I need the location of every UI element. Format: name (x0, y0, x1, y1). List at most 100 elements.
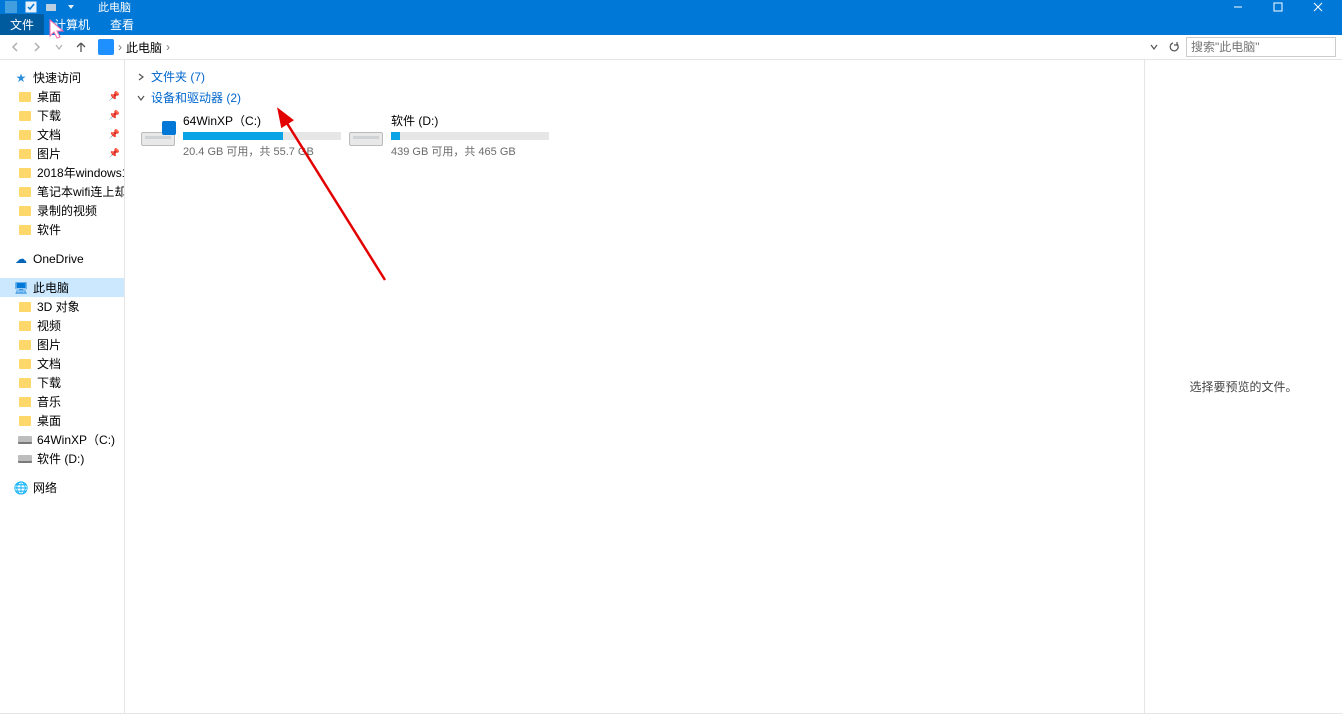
drive-icon (349, 112, 383, 146)
tree-label: 下载 (37, 374, 61, 391)
tree-qa-item[interactable]: 图片 📌 (0, 144, 124, 163)
search-input[interactable] (1191, 40, 1331, 54)
tree-label: 桌面 (37, 412, 61, 429)
network-icon: 🌐 (14, 481, 28, 495)
tree-pc-item[interactable]: 3D 对象 (0, 297, 124, 316)
tree-qa-item[interactable]: 文档📌 (0, 125, 124, 144)
maximize-button[interactable] (1258, 0, 1298, 14)
tree-label: 快速访问 (33, 69, 81, 86)
group-label: 文件夹 (7) (151, 68, 205, 85)
breadcrumb-sep: › (166, 40, 170, 54)
search-box[interactable] (1186, 37, 1336, 57)
tree-pc-item[interactable]: 视频 (0, 316, 124, 335)
menu-computer[interactable]: 计算机 (44, 14, 100, 35)
tree-qa-item[interactable]: 桌面 📌 (0, 87, 124, 106)
star-icon: ★ (14, 71, 28, 85)
drive-stats: 20.4 GB 可用，共 55.7 GB (183, 143, 341, 159)
folder-icon (19, 187, 31, 197)
tree-label: 图片 (37, 145, 61, 162)
drive-item-d[interactable]: 软件 (D:) 439 GB 可用，共 465 GB (349, 112, 549, 159)
tree-label: 图片 (37, 336, 61, 353)
tree-network[interactable]: 🌐 网络 (0, 478, 124, 497)
menu-view[interactable]: 查看 (100, 14, 144, 35)
quick-access-toolbar (4, 0, 78, 14)
tree-label: 此电脑 (33, 279, 69, 296)
minimize-button[interactable] (1218, 0, 1258, 14)
folder-icon (19, 92, 31, 102)
tree-label: 网络 (33, 479, 57, 496)
tree-qa-item[interactable]: 录制的视频 (0, 201, 124, 220)
drives-row: 64WinXP（C:) 20.4 GB 可用，共 55.7 GB 软件 (D:)… (141, 112, 1144, 159)
folder-icon (19, 130, 31, 140)
tree-label: 文档 (37, 126, 61, 143)
tree-label: 2018年windows10 (37, 164, 125, 181)
tree-qa-item[interactable]: 笔记本wifi连上却没 (0, 182, 124, 201)
tree-label: OneDrive (33, 252, 84, 266)
status-bar (0, 713, 1342, 718)
breadcrumb-location[interactable]: 此电脑 (126, 39, 162, 56)
tree-quick-access[interactable]: ★ 快速访问 (0, 68, 124, 87)
tree-pc-item[interactable]: 文档 (0, 354, 124, 373)
group-label: 设备和驱动器 (2) (151, 89, 241, 106)
folder-icon (19, 111, 31, 121)
tree-onedrive[interactable]: ☁ OneDrive (0, 249, 124, 268)
content-area: 文件夹 (7) 设备和驱动器 (2) 64WinXP（C:) 20.4 GB 可… (125, 60, 1342, 713)
drive-icon (18, 436, 32, 444)
nav-bar: › 此电脑 › (0, 35, 1342, 60)
folder-icon (19, 321, 31, 331)
tree-label: 软件 (D:) (37, 450, 84, 467)
tree-pc-item[interactable]: 音乐 (0, 392, 124, 411)
folder-icon (19, 416, 31, 426)
menu-file[interactable]: 文件 (0, 14, 44, 35)
title-bar: 此电脑 (0, 0, 1342, 14)
nav-forward-button[interactable] (28, 38, 46, 56)
tree-label: 笔记本wifi连上却没 (37, 183, 125, 200)
breadcrumb-sep: › (118, 40, 122, 54)
tree-qa-item[interactable]: 下载📌 (0, 106, 124, 125)
drive-icon (141, 112, 175, 146)
folder-icon (19, 149, 31, 159)
group-drives[interactable]: 设备和驱动器 (2) (131, 87, 1144, 108)
qat-new-folder-icon[interactable] (44, 0, 58, 14)
tree-label: 桌面 (37, 88, 61, 105)
tree-pc-item[interactable]: 桌面 (0, 411, 124, 430)
nav-tree: ★ 快速访问 桌面 📌 下载📌 文档📌 图片 📌 2018年windows10 笔记… (0, 60, 125, 713)
tree-label: 视频 (37, 317, 61, 334)
tree-this-pc[interactable]: 🖥 此电脑 (0, 278, 124, 297)
qat-customize-icon[interactable] (64, 0, 78, 14)
tree-label: 软件 (37, 221, 61, 238)
pin-icon: 📌 (109, 148, 120, 159)
nav-back-button[interactable] (6, 38, 24, 56)
tree-drive-c[interactable]: 64WinXP（C:) (0, 430, 124, 449)
drive-icon (18, 455, 32, 463)
tree-label: 录制的视频 (37, 202, 97, 219)
tree-qa-item[interactable]: 软件 (0, 220, 124, 239)
folder-icon (19, 359, 31, 369)
item-view[interactable]: 文件夹 (7) 设备和驱动器 (2) 64WinXP（C:) 20.4 GB 可… (125, 60, 1144, 713)
tree-label: 下载 (37, 107, 61, 124)
drive-name: 软件 (D:) (391, 112, 549, 129)
drive-usage-bar (391, 132, 549, 140)
qat-properties-icon[interactable] (24, 0, 38, 14)
close-button[interactable] (1298, 0, 1338, 14)
tree-pc-item[interactable]: 图片 (0, 335, 124, 354)
nav-history-dropdown[interactable] (50, 38, 68, 56)
tree-pc-item[interactable]: 下载 (0, 373, 124, 392)
group-folders[interactable]: 文件夹 (7) (131, 66, 1144, 87)
drive-item-c[interactable]: 64WinXP（C:) 20.4 GB 可用，共 55.7 GB (141, 112, 341, 159)
folder-icon (19, 340, 31, 350)
address-dropdown[interactable] (1146, 42, 1162, 52)
tree-label: 64WinXP（C:) (37, 431, 115, 448)
pin-icon: 📌 (109, 91, 120, 102)
window-title: 此电脑 (98, 0, 131, 15)
tree-label: 3D 对象 (37, 298, 80, 315)
annotation-arrow (125, 60, 1145, 720)
address-refresh[interactable] (1166, 41, 1182, 53)
tree-qa-item[interactable]: 2018年windows10 (0, 163, 124, 182)
folder-icon (19, 378, 31, 388)
address-bar[interactable]: › 此电脑 › (94, 39, 1142, 56)
tree-drive-d[interactable]: 软件 (D:) (0, 449, 124, 468)
location-icon (98, 39, 114, 55)
nav-up-button[interactable] (72, 38, 90, 56)
main-area: ★ 快速访问 桌面 📌 下载📌 文档📌 图片 📌 2018年windows10 笔记… (0, 60, 1342, 713)
